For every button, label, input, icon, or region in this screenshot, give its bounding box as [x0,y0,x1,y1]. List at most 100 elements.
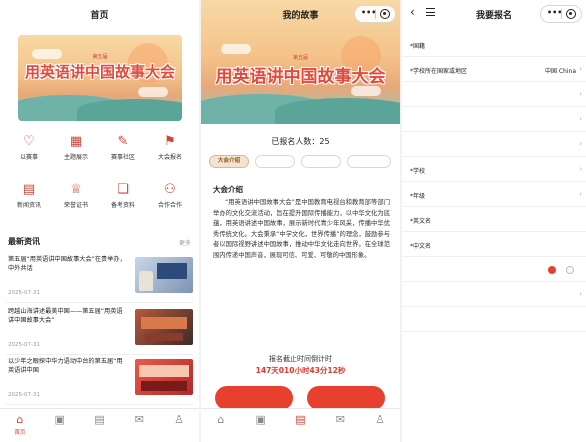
news-image [135,257,193,293]
news-title: 跨越山海讲述最美中国——第五届“用英语讲中国故事大会” [8,308,123,324]
grid-icon: ▦ [69,134,83,149]
tabbar-item[interactable]: ✉ [325,413,355,428]
news-title: 以少年之眼探中华力语动中台的第五届“用英语讲中国 [8,358,123,374]
feature-item[interactable]: ▦ 主题展示 [53,130,99,174]
form-row[interactable]: › [402,284,586,307]
mini-program-capsule[interactable]: ••• [354,5,396,23]
user-icon: ♙ [375,413,386,426]
intro-heading: 大会介绍 [213,185,243,194]
banner-cloud [221,44,251,54]
signup-screen: ‹ 我要报名 ••• *国籍 *学校所在国家或地区 中国 China › › › › *学校 ›… [402,0,586,442]
calendar-icon: ▣ [54,413,65,426]
banner-hill [275,98,400,124]
form-label: *中文名 [410,243,432,250]
tabbar-item[interactable]: ⌂ [206,413,236,428]
tabbar-item[interactable]: ▤ [286,413,316,428]
page-title: 首页 [90,11,109,21]
form-row[interactable]: *中文名 [402,234,586,257]
feature-item[interactable]: ✎ 赛事社区 [100,130,146,174]
form-row[interactable]: *学校 › [402,159,586,182]
chevron-right-icon: › [579,140,582,148]
form-row[interactable]: › [402,109,586,132]
form-row[interactable]: › [402,134,586,157]
banner-hill [77,99,182,121]
tabbar-item[interactable]: ♙ [164,413,194,428]
form-row[interactable]: *年级 › [402,184,586,207]
news-date: 2025-07-31 [8,392,40,398]
feature-item[interactable]: ♡ 以赛事 [6,130,52,174]
news-image [135,309,193,345]
banner-title: 用英语讲中国故事大会 [24,63,175,81]
feature-item[interactable]: ⚇ 合作合作 [147,178,193,222]
form-row[interactable] [402,259,586,282]
feature-item[interactable]: ❏ 备考资料 [100,178,146,222]
chevron-right-icon: › [579,165,582,173]
form-label: *英文名 [410,218,432,225]
feature-item[interactable]: ⚑ 大会报名 [147,130,193,174]
banner-cloud [138,87,168,97]
heart-icon: ♡ [23,134,35,149]
close-target-icon[interactable] [566,9,576,19]
document-icon: ▤ [94,413,105,426]
feature-label: 合作合作 [157,202,182,209]
form-row[interactable]: *国籍 [402,34,586,57]
feature-label: 荣誉证书 [63,202,88,209]
story-header: 我的故事 ••• [201,0,400,30]
form-label: *学校 [410,168,426,175]
news-item[interactable]: 以少年之眼探中华力语动中台的第五届“用英语讲中国 2025-07-31 [6,355,193,405]
home-screen: 首页 第五届 用英语讲中国故事大会 ♡ 以赛事 ▦ 主题展示 ✎ 赛事社区 ⚑ 大会报名 ▤ 新闻… [0,0,199,442]
document-icon: ▤ [295,413,306,426]
form-row[interactable]: *英文名 [402,209,586,232]
home-header: 首页 [0,0,199,30]
capsule-divider [561,9,562,19]
news-more-link[interactable]: 更多 [179,238,191,247]
register-intl-button[interactable] [307,386,385,410]
form-row[interactable]: › [402,84,586,107]
form-label: *年级 [410,193,426,200]
news-image [135,359,193,395]
calendar-icon: ▣ [255,413,266,426]
tab-item[interactable] [301,155,341,168]
home-tabbar: ⌂ 首页 ▣ ▤ ✉ ♙ [0,408,199,442]
event-banner[interactable]: 第五届 用英语讲中国故事大会 [18,35,182,121]
chevron-right-icon: › [579,90,582,98]
tab-item[interactable] [347,155,391,168]
form-value[interactable]: 中国 China [545,66,576,75]
feature-label: 备考资料 [110,202,135,209]
feature-item[interactable]: ♕ 荣誉证书 [53,178,99,222]
tabbar-label: 首页 [14,430,26,436]
form-label: *国籍 [410,43,426,50]
feature-grid: ♡ 以赛事 ▦ 主题展示 ✎ 赛事社区 ⚑ 大会报名 ▤ 新闻资讯 ♕ 荣誉证书 ❏ 备考资料 ⚇ 合作合作 [6,126,193,226]
tabbar-item[interactable]: ▤ [85,413,115,428]
intro-text: “用英语讲中国故事大会”是中国教育电视台和教育部等部门举办的文化交流活动，旨在提… [213,199,390,259]
radio-selected-icon[interactable] [548,266,556,274]
mini-program-capsule[interactable]: ••• [540,5,582,23]
signup-header: ‹ 我要报名 ••• [402,0,586,30]
feature-item[interactable]: ▤ 新闻资讯 [6,178,52,222]
news-section-title: 最新资讯 [8,237,40,246]
news-item[interactable]: 第五届“用英语讲中国故事大会”在贵举办，中外共话 2025-07-31 [6,253,193,303]
tabbar-item[interactable]: ▣ [246,413,276,428]
tabbar-item[interactable]: ♙ [365,413,395,428]
tabbar-item[interactable]: ✉ [124,413,154,428]
close-target-icon[interactable] [380,9,390,19]
tabbar-item[interactable]: ▣ [45,413,75,428]
chevron-right-icon: › [579,115,582,123]
chevron-right-icon: › [579,190,582,198]
news-item[interactable]: 跨越山海讲述最美中国——第五届“用英语讲中国故事大会” 2025-07-31 [6,305,193,355]
radio-unselected-icon[interactable] [566,266,574,274]
book-icon: ❏ [117,182,129,197]
tab-item[interactable] [255,155,295,168]
tab-intro[interactable]: 大会介绍 [209,155,249,168]
form-row[interactable] [402,309,586,332]
radio-group[interactable] [548,266,576,275]
user-icon: ♙ [174,413,185,426]
capsule-divider [375,9,376,19]
banner-title: 用英语讲中国故事大会 [215,67,386,87]
register-china-button[interactable] [215,386,293,410]
tabbar-item[interactable]: ⌂ 首页 [5,413,35,436]
banner-subtitle: 第五届 [292,55,308,61]
form-row[interactable]: *学校所在国家或地区 中国 China › [402,59,586,82]
news-icon: ▤ [22,182,36,197]
feature-label: 主题展示 [63,154,88,161]
